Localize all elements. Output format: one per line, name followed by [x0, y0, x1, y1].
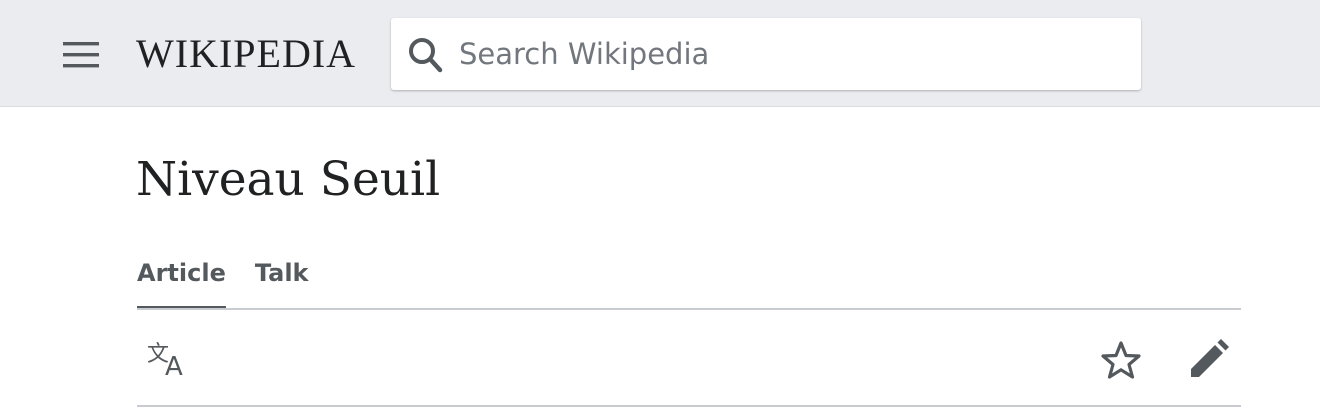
- edit-button[interactable]: [1188, 338, 1230, 380]
- tab-talk[interactable]: Talk: [255, 248, 309, 310]
- wikipedia-wordmark[interactable]: WIKIPEDIA: [136, 30, 356, 78]
- search-input[interactable]: [459, 18, 1119, 90]
- star-icon: [1101, 341, 1141, 379]
- tabs-divider: [137, 308, 1241, 310]
- page-title: Niveau Seuil: [136, 152, 441, 207]
- language-icon: 文 A: [147, 342, 183, 380]
- main-menu-button[interactable]: [56, 30, 106, 78]
- watch-button[interactable]: [1100, 340, 1142, 380]
- page-tabs: Article Talk: [137, 248, 338, 310]
- search-box[interactable]: [391, 18, 1141, 90]
- pencil-icon: [1191, 339, 1229, 377]
- search-icon: [409, 38, 443, 73]
- tab-article[interactable]: Article: [137, 248, 226, 310]
- wordmark-text: WIKIPEDIA: [136, 31, 357, 76]
- actions-divider: [137, 405, 1241, 407]
- header-bar: WIKIPEDIA: [0, 0, 1320, 107]
- language-button[interactable]: 文 A: [146, 340, 192, 380]
- svg-text:A: A: [165, 352, 183, 380]
- hamburger-menu-icon: [63, 42, 99, 68]
